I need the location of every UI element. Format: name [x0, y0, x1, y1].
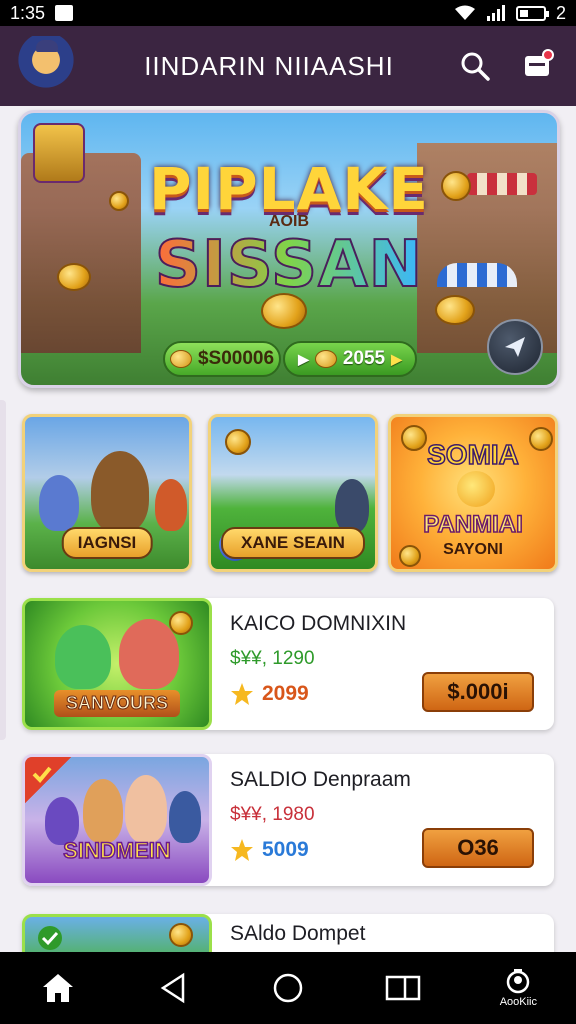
card-stat-value: 2099 — [262, 682, 309, 705]
search-button[interactable] — [454, 45, 496, 87]
card-title: KAICO DOMNIXIN — [230, 612, 407, 635]
character-figure — [155, 479, 187, 531]
hero-coins-value: $S00006 — [197, 348, 275, 369]
tile-subtitle: PANMIAI — [422, 510, 523, 539]
hero-play-value: 2055 — [342, 348, 386, 369]
smiley-icon — [457, 471, 495, 507]
notification-badge — [542, 49, 554, 61]
featured-games: IAGNSI XANE SEAIN SOMIA PANMIAI SAYONI — [22, 414, 558, 572]
send-icon — [505, 337, 525, 357]
star-icon — [231, 683, 253, 705]
nav-home-circle[interactable] — [258, 958, 318, 1018]
character-figure — [39, 475, 79, 531]
card-subtitle: $¥¥, 1980 — [230, 804, 315, 825]
character-figure — [91, 451, 149, 533]
thumb-label: SANVOURS — [53, 690, 181, 717]
character-figure — [83, 779, 123, 843]
battery-level: 2 — [555, 2, 566, 23]
nav-account-label: AooKiic — [499, 996, 537, 1008]
thumb-label: SINDMEIN — [62, 837, 171, 864]
hero-send-button[interactable] — [487, 319, 543, 375]
notifications-button[interactable] — [516, 45, 558, 87]
list-item[interactable]: SANVOURS KAICO DOMNIXIN $¥¥, 1290 2099 $… — [22, 598, 554, 730]
card-action-button[interactable]: O36 — [422, 828, 534, 868]
status-time: 1:35 — [10, 2, 46, 23]
home-icon — [42, 974, 73, 1002]
hero-banner[interactable]: PIPLAKE AOIB SISSAN $S00006 ▶ 2055 ▶ — [18, 110, 560, 388]
card-action-button[interactable]: $.000i — [422, 672, 534, 712]
coin-icon — [169, 611, 193, 635]
play-arrow-icon: ▶ — [298, 350, 309, 367]
card-stat: 2099 — [230, 682, 309, 706]
character-figure — [55, 625, 111, 689]
tile-label: IAGNSI — [61, 527, 153, 559]
tile-title: SOMIA — [426, 438, 519, 471]
hero-coins-pill[interactable]: $S00006 — [163, 341, 281, 377]
card-title: SAldo Dompet — [230, 922, 366, 945]
nav-account[interactable]: AooKiic — [488, 958, 548, 1018]
wifi-icon — [454, 5, 475, 20]
app-title: IINDARIN NIIAASHI — [144, 50, 394, 81]
home-circle-icon — [273, 973, 303, 1003]
check-icon — [32, 766, 52, 783]
app-header: IINDARIN NIIAASHI — [0, 26, 576, 106]
bottom-nav: AooKiic — [0, 952, 576, 1024]
chevron-right-icon: ▶ — [391, 350, 402, 367]
recents-icon — [385, 975, 421, 1001]
search-icon — [461, 52, 490, 81]
signal-icon — [486, 5, 505, 21]
nav-recents[interactable] — [373, 958, 433, 1018]
scroll-edge — [0, 400, 6, 740]
card-thumbnail: SINDMEIN — [22, 754, 212, 886]
account-icon — [507, 969, 530, 994]
check-badge-icon — [38, 926, 62, 950]
image-notification-icon — [55, 5, 74, 21]
status-bar: 1:35 2 — [0, 0, 576, 26]
coin-icon — [169, 923, 193, 947]
back-icon — [160, 972, 185, 1004]
tile-label: XANE SEAIN — [221, 527, 365, 559]
card-thumbnail: SANVOURS — [22, 598, 212, 730]
tile-caption: SAYONI — [443, 541, 503, 558]
coin-icon — [225, 429, 251, 455]
card-stat-value: 5009 — [262, 838, 309, 861]
card-stat: 5009 — [230, 838, 309, 862]
coin-icon — [169, 350, 192, 368]
game-tile[interactable]: SOMIA PANMIAI SAYONI — [388, 414, 558, 572]
hero-play-pill[interactable]: ▶ 2055 ▶ — [283, 341, 417, 377]
card-title: SALDIO Denpraam — [230, 768, 411, 791]
list-item[interactable]: SINDMEIN SALDIO Denpraam $¥¥, 1980 5009 … — [22, 754, 554, 886]
game-tile[interactable]: IAGNSI — [22, 414, 192, 572]
character-figure — [125, 775, 167, 843]
nav-home[interactable] — [28, 958, 88, 1018]
nav-back[interactable] — [143, 958, 203, 1018]
battery-icon — [515, 5, 549, 21]
hero-title-secondary: SISSAN — [21, 227, 557, 303]
coin-icon — [314, 350, 337, 368]
star-icon — [231, 839, 253, 861]
game-tile[interactable]: XANE SEAIN — [208, 414, 378, 572]
card-subtitle: $¥¥, 1290 — [230, 648, 315, 669]
avatar[interactable] — [18, 36, 74, 96]
character-figure — [335, 479, 369, 533]
